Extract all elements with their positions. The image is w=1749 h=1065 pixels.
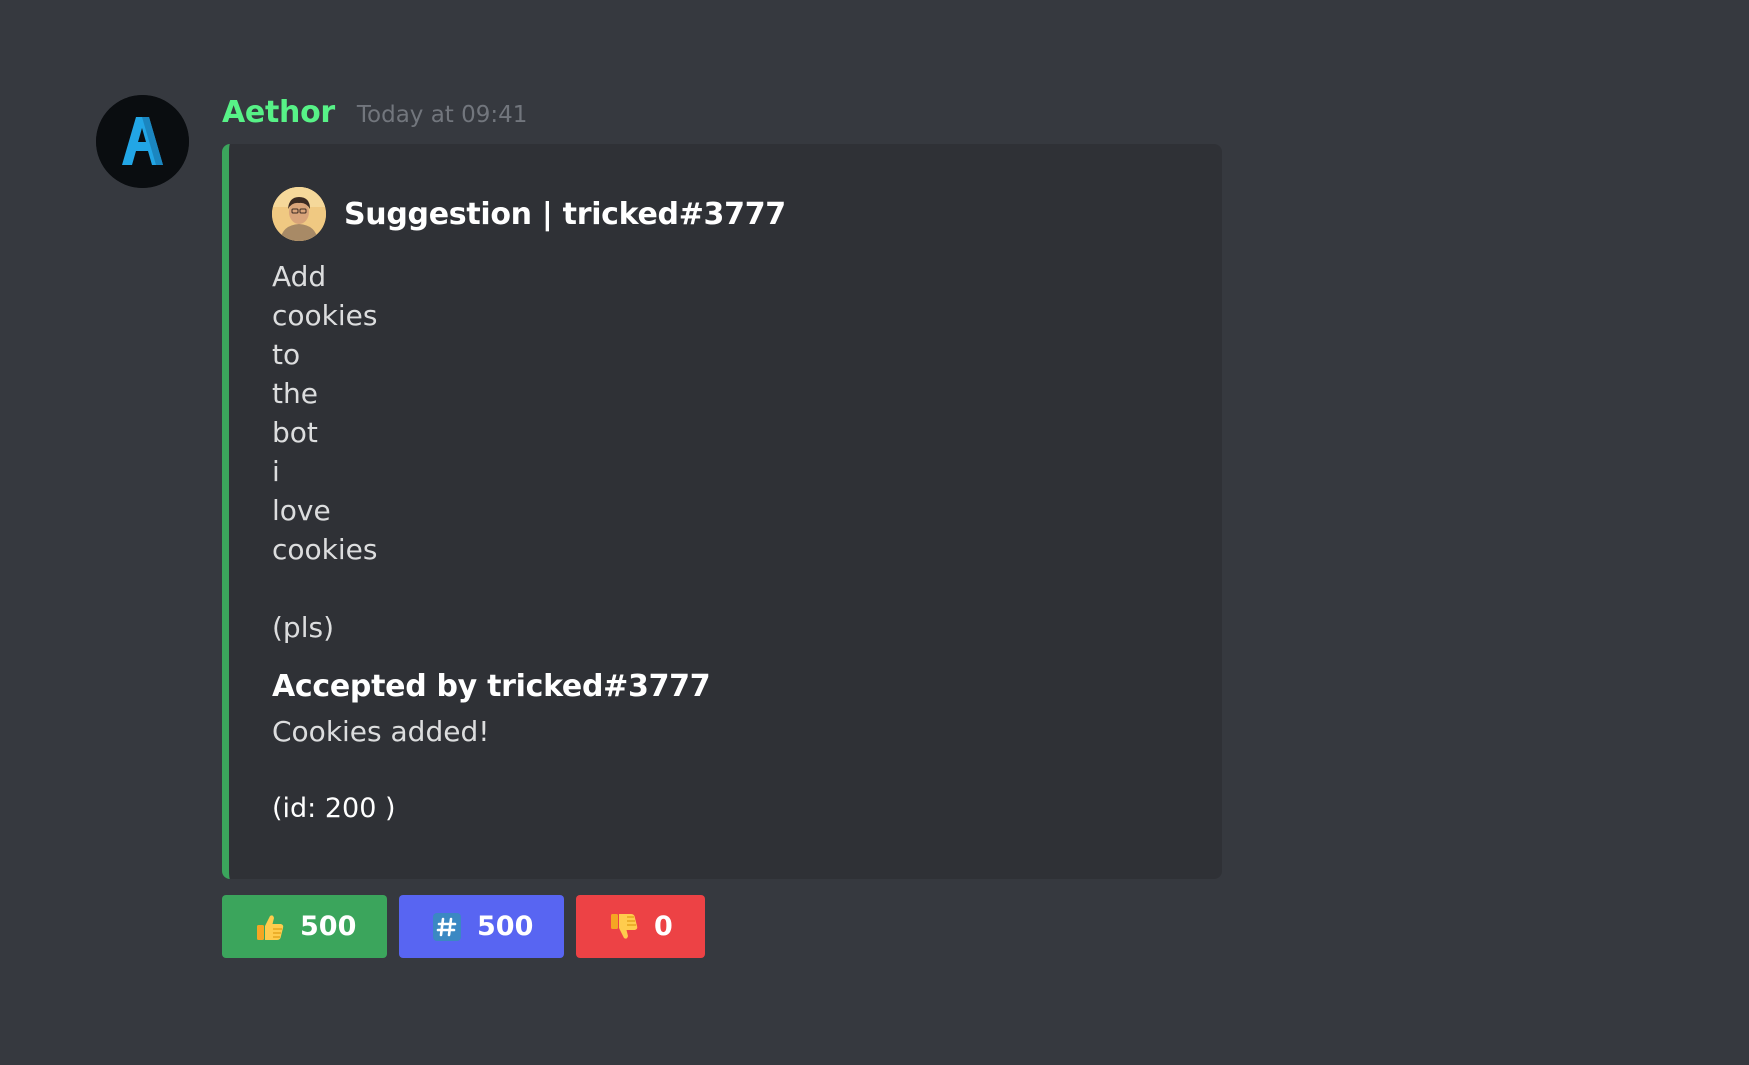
timestamp: Today at 09:41	[356, 102, 528, 128]
description-line: love	[272, 494, 331, 527]
description-line: i	[272, 455, 280, 488]
suggestion-embed: Suggestion | tricked#3777 Add cookies to…	[222, 144, 1222, 879]
message-header: Aethor Today at 09:41	[222, 95, 1222, 135]
aethor-avatar[interactable]	[96, 95, 189, 188]
embed-description: Add cookies to the bot i love cookies (p…	[272, 257, 377, 647]
downvote-count: 0	[654, 911, 673, 942]
embed-author: Suggestion | tricked#3777	[272, 187, 786, 241]
field-value: Cookies added!	[272, 715, 490, 748]
downvote-button[interactable]: 0	[576, 895, 705, 958]
description-line: the	[272, 377, 318, 410]
description-line: (pls)	[272, 611, 334, 644]
description-line: Add	[272, 260, 327, 293]
description-line: bot	[272, 416, 318, 449]
button-row: 500 500 0	[222, 895, 717, 958]
description-line: to	[272, 338, 301, 371]
hash-button[interactable]: 500	[399, 895, 564, 958]
hash-icon	[431, 911, 463, 943]
aethor-logo-icon	[96, 95, 189, 188]
message-content: Aethor Today at 09:41 Suggestion | trick…	[222, 95, 1222, 958]
user-portrait-icon	[272, 187, 326, 241]
upvote-button[interactable]: 500	[222, 895, 387, 958]
field-name: Accepted by tricked#3777	[272, 669, 711, 704]
description-line	[272, 569, 377, 608]
username[interactable]: Aethor	[222, 95, 335, 130]
hash-count: 500	[477, 911, 534, 942]
thumbs-down-icon	[608, 911, 640, 943]
description-line: cookies	[272, 533, 378, 566]
embed-author-name: Suggestion | tricked#3777	[344, 196, 786, 232]
thumbs-up-icon	[254, 911, 286, 943]
upvote-count: 500	[300, 911, 357, 942]
suggestion-id: (id: 200 )	[272, 793, 396, 824]
embed-field: Accepted by tricked#3777 Cookies added!	[272, 666, 711, 751]
description-line: cookies	[272, 299, 378, 332]
